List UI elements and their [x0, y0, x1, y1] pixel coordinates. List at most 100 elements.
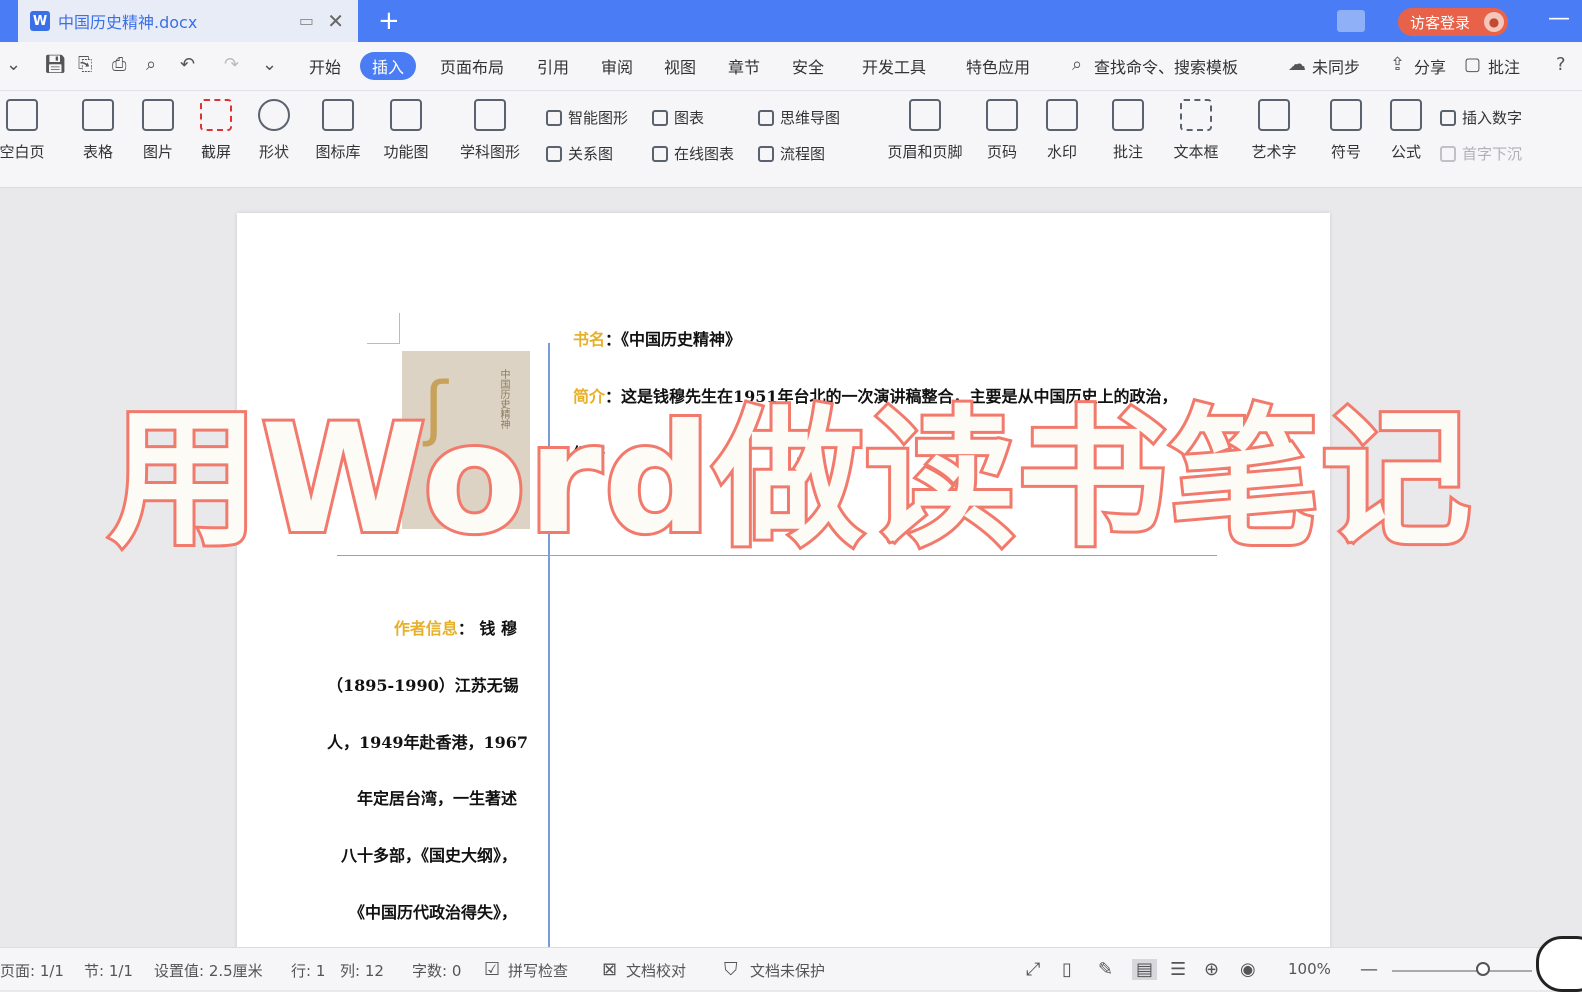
menu-special[interactable]: 特色应用 — [966, 54, 1030, 78]
share-icon: ⇪ — [1390, 54, 1406, 75]
table-button[interactable]: 表格 — [68, 99, 128, 162]
sync-status[interactable]: 未同步 — [1312, 54, 1360, 78]
picture-button[interactable]: 图片 — [128, 99, 188, 162]
menu-security[interactable]: 安全 — [792, 54, 824, 78]
chevron-down-icon[interactable]: ⌄ — [6, 54, 21, 75]
menu-view[interactable]: 视图 — [664, 54, 696, 78]
smart-art-button[interactable]: 智能图形 — [546, 107, 628, 128]
formula-button[interactable]: 公式 — [1376, 99, 1436, 162]
blank-page-icon — [6, 99, 38, 131]
header-footer-button[interactable]: 页眉和页脚 — [885, 99, 965, 162]
redo-icon[interactable]: ↷ — [224, 54, 239, 75]
comment-icon: ▢ — [1464, 54, 1482, 75]
status-setting[interactable]: 设置值: 2.5厘米 — [154, 960, 263, 981]
book-value: ：《中国历史精神》 — [605, 330, 742, 349]
document-tab[interactable]: W 中国历史精神.docx ▭ ✕ — [18, 0, 358, 42]
ribbon-toolbar: 空白页 表格 图片 截屏 形状 图标库 功能图 学科图形 智能图形 图表 思维导… — [0, 91, 1582, 188]
new-tab-button[interactable]: + — [378, 6, 400, 36]
margin-marker — [367, 313, 400, 344]
help-icon[interactable]: ? — [1556, 54, 1566, 75]
flowchart-button[interactable]: 流程图 — [758, 143, 825, 164]
eye-protection-icon[interactable]: ◉ — [1240, 959, 1256, 980]
web-view-icon[interactable]: ⊕ — [1204, 959, 1219, 980]
window-badge-icon[interactable] — [1337, 10, 1365, 32]
zoom-level[interactable]: 100% — [1288, 960, 1331, 978]
search-command[interactable]: 查找命令、搜索模板 — [1094, 54, 1238, 78]
format-painter-icon[interactable]: ⎘ — [78, 54, 92, 75]
watermark-icon — [1046, 99, 1078, 131]
menu-references[interactable]: 引用 — [537, 54, 569, 78]
word-doc-icon: W — [30, 11, 50, 31]
omega-icon — [1330, 99, 1362, 131]
book-title-line: 书名：《中国历史精神》 — [573, 326, 741, 350]
icon-library-button[interactable]: 图标库 — [308, 99, 368, 162]
subject-shape-icon — [474, 99, 506, 131]
customize-icon[interactable]: ⌄ — [262, 54, 277, 75]
menu-page-layout[interactable]: 页面布局 — [440, 54, 504, 78]
menu-review[interactable]: 审阅 — [601, 54, 633, 78]
chart-button[interactable]: 图表 — [652, 107, 704, 128]
video-caption-overlay: 用Word做读书笔记 — [106, 392, 1475, 568]
spell-check-button[interactable]: 拼写检查 — [508, 960, 568, 981]
page-view-icon[interactable]: ▤ — [1132, 959, 1158, 980]
search-icon[interactable]: ⌕ — [1072, 54, 1082, 75]
document-page[interactable]: ʃ 中国历史精神 书名：《中国历史精神》 简介：这是钱穆先生在1951年台北的一… — [237, 213, 1330, 973]
textbox-button[interactable]: 文本框 — [1166, 99, 1226, 162]
guest-login-button[interactable]: 访客登录 ● — [1398, 8, 1508, 36]
menu-developer[interactable]: 开发工具 — [862, 54, 926, 78]
subject-shape-button[interactable]: 学科图形 — [460, 99, 520, 162]
wordart-button[interactable]: 艺术字 — [1244, 99, 1304, 162]
picture-icon — [142, 99, 174, 131]
status-words[interactable]: 字数: 0 — [412, 960, 461, 981]
scissors-icon — [200, 99, 232, 131]
monitor-icon[interactable]: ▭ — [299, 11, 314, 30]
save-icon[interactable]: 💾︎ — [44, 54, 67, 75]
page-number-button[interactable]: 页码 — [972, 99, 1032, 162]
spell-check-icon: ☑ — [484, 959, 501, 980]
floating-input-button[interactable] — [1536, 936, 1582, 992]
document-name: 中国历史精神.docx — [58, 13, 198, 32]
print-icon[interactable]: ⎙ — [112, 54, 126, 75]
annotation-icon — [1112, 99, 1144, 131]
menu-start[interactable]: 开始 — [309, 54, 341, 78]
online-chart-button[interactable]: 在线图表 — [652, 143, 734, 164]
screenshot-button[interactable]: 截屏 — [186, 99, 246, 162]
zoom-out-icon[interactable]: — — [1360, 959, 1378, 980]
close-tab-icon[interactable]: ✕ — [327, 9, 344, 33]
title-bar: W 中国历史精神.docx ▭ ✕ + 访客登录 ● — — [0, 0, 1582, 42]
protect-status[interactable]: 文档未保护 — [750, 960, 825, 981]
menu-chapter[interactable]: 章节 — [728, 54, 760, 78]
fullscreen-icon[interactable]: ⤢ — [1026, 959, 1040, 980]
annotation-button[interactable]: 批注 — [1098, 99, 1158, 162]
dropcap-button[interactable]: 首字下沉 — [1440, 143, 1522, 164]
zoom-slider-track[interactable] — [1392, 970, 1532, 972]
shape-button[interactable]: 形状 — [244, 99, 304, 162]
blank-page-button[interactable]: 空白页 — [0, 99, 52, 162]
book-label: 书名 — [573, 330, 606, 349]
zoom-slider-knob[interactable] — [1476, 962, 1490, 976]
relation-icon — [546, 145, 562, 162]
status-row: 行: 1 — [291, 962, 326, 980]
minimize-icon[interactable]: — — [1548, 6, 1570, 31]
author-line-4: 年定居台湾，一生著述 — [356, 789, 517, 808]
function-chart-button[interactable]: 功能图 — [376, 99, 436, 162]
undo-icon[interactable]: ↶ — [180, 54, 195, 75]
print-preview-icon[interactable]: ⌕ — [146, 54, 156, 75]
outline-view-icon[interactable]: ☰ — [1170, 959, 1186, 980]
insert-number-button[interactable]: 插入数字 — [1440, 107, 1522, 128]
relation-chart-button[interactable]: 关系图 — [546, 143, 613, 164]
menu-insert[interactable]: 插入 — [360, 52, 417, 80]
comment-button[interactable]: 批注 — [1488, 54, 1520, 78]
mind-map-button[interactable]: 思维导图 — [758, 107, 840, 128]
share-button[interactable]: 分享 — [1414, 54, 1446, 78]
proofread-button[interactable]: 文档校对 — [626, 960, 686, 981]
edit-mode-icon[interactable]: ✎ — [1098, 959, 1113, 980]
status-section[interactable]: 节: 1/1 — [84, 960, 133, 981]
read-mode-icon[interactable]: ▯ — [1062, 959, 1072, 980]
watermark-button[interactable]: 水印 — [1032, 99, 1092, 162]
flowchart-icon — [758, 145, 774, 162]
author-line-6: 《中国历代政治得失》， — [348, 903, 517, 922]
symbol-button[interactable]: 符号 — [1316, 99, 1376, 162]
status-page[interactable]: 页面: 1/1 — [0, 960, 64, 981]
header-footer-icon — [909, 99, 941, 131]
